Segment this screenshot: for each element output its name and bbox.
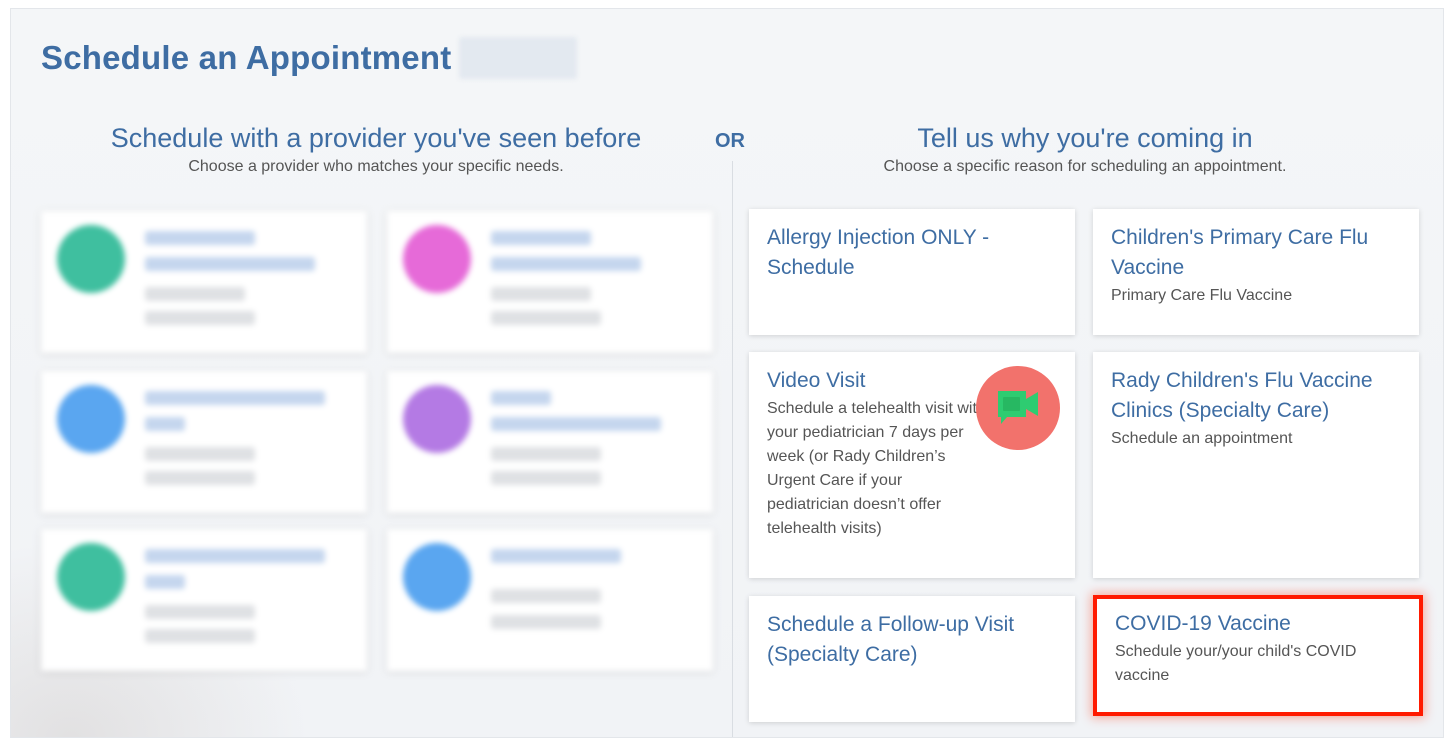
reason-card-follow-up[interactable]: Schedule a Follow-up Visit (Specialty Ca… xyxy=(749,596,1075,722)
column-divider xyxy=(732,161,733,737)
provider-card[interactable] xyxy=(41,211,367,353)
reason-card-flu-clinics[interactable]: Rady Children's Flu Vaccine Clinics (Spe… xyxy=(1093,352,1419,578)
patient-name-redacted xyxy=(459,37,577,79)
reason-card-covid-vaccine[interactable]: COVID-19 Vaccine Schedule your/your chil… xyxy=(1097,599,1419,713)
reason-description: Primary Care Flu Vaccine xyxy=(1111,287,1293,304)
appointment-page: Schedule an Appointment Schedule with a … xyxy=(10,8,1444,738)
provider-avatar xyxy=(403,543,471,611)
reasons-heading: Tell us why you're coming in xyxy=(917,123,1253,153)
provider-card[interactable] xyxy=(41,371,367,513)
reason-description: Schedule an appointment xyxy=(1111,430,1293,447)
reason-title[interactable]: Schedule a Follow-up Visit (Specialty Ca… xyxy=(767,610,1057,670)
reason-card-allergy-injection[interactable]: Allergy Injection ONLY - Schedule xyxy=(749,209,1075,335)
provider-avatar xyxy=(403,225,471,293)
provider-card[interactable] xyxy=(387,529,713,671)
provider-card[interactable] xyxy=(387,371,713,513)
provider-avatar xyxy=(57,225,125,293)
reason-card-video-visit[interactable]: Video Visit Schedule a telehealth visit … xyxy=(749,352,1075,578)
reasons-subheading: Choose a specific reason for scheduling … xyxy=(883,158,1287,175)
providers-subheading: Choose a provider who matches your speci… xyxy=(188,158,564,175)
provider-card[interactable] xyxy=(41,529,367,671)
provider-avatar xyxy=(403,385,471,453)
reason-title[interactable]: Rady Children's Flu Vaccine Clinics (Spe… xyxy=(1111,366,1401,426)
or-separator: OR xyxy=(715,130,745,152)
provider-avatar xyxy=(57,543,125,611)
page-title: Schedule an Appointment xyxy=(41,39,452,76)
reason-card-primary-care-flu[interactable]: Children's Primary Care Flu Vaccine Prim… xyxy=(1093,209,1419,335)
reason-title[interactable]: Allergy Injection ONLY - Schedule xyxy=(767,223,1057,283)
reason-title[interactable]: COVID-19 Vaccine xyxy=(1115,609,1401,639)
providers-heading: Schedule with a provider you've seen bef… xyxy=(110,123,642,153)
reason-title[interactable]: Children's Primary Care Flu Vaccine xyxy=(1111,223,1401,283)
provider-card[interactable] xyxy=(387,211,713,353)
video-camera-icon xyxy=(976,366,1060,450)
provider-avatar xyxy=(57,385,125,453)
reason-description: Schedule your/your child's COVID vaccine xyxy=(1115,643,1357,684)
reason-description: Schedule a telehealth visit with your pe… xyxy=(767,400,986,537)
